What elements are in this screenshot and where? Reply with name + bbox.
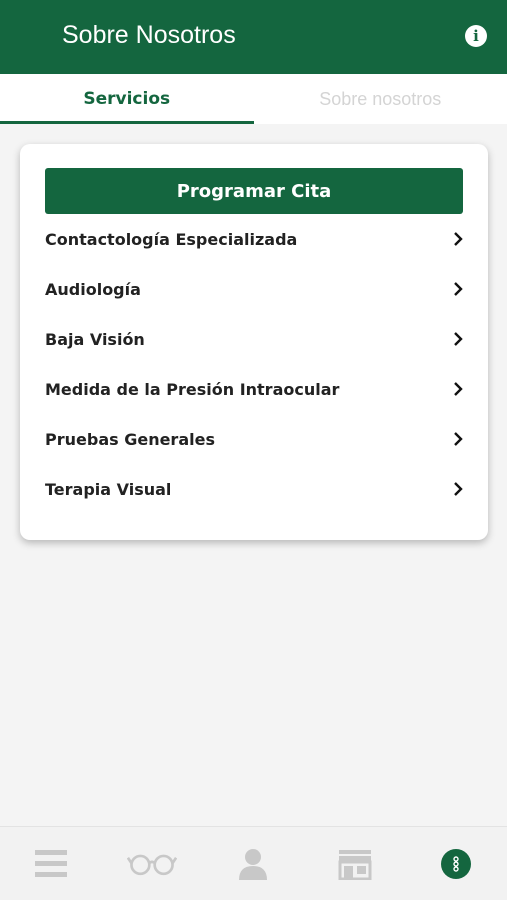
menu-icon	[34, 849, 67, 877]
service-label: Medida de la Presión Intraocular	[45, 379, 340, 399]
chevron-right-icon	[454, 232, 463, 246]
page-title: Sobre Nosotros	[62, 21, 236, 49]
store-icon	[338, 849, 372, 880]
chevron-right-icon	[454, 432, 463, 446]
service-list: Contactología Especializada Audiología B…	[45, 214, 465, 514]
nav-menu[interactable]	[26, 839, 76, 889]
chevron-right-icon	[454, 382, 463, 396]
chevron-right-icon	[454, 332, 463, 346]
nav-store[interactable]	[330, 839, 380, 889]
service-item-pruebas-generales[interactable]: Pruebas Generales	[45, 414, 465, 464]
tab-bar: Servicios Sobre nosotros	[0, 74, 507, 124]
service-item-terapia-visual[interactable]: Terapia Visual	[45, 464, 465, 514]
service-item-baja-vision[interactable]: Baja Visión	[45, 314, 465, 364]
tab-sobre-nosotros[interactable]: Sobre nosotros	[254, 74, 507, 124]
service-label: Baja Visión	[45, 329, 145, 349]
bottom-navigation	[0, 826, 507, 900]
nav-profile[interactable]	[228, 839, 278, 889]
app-bar: Sobre Nosotros i	[0, 0, 507, 74]
more-dots-icon	[441, 848, 472, 879]
info-icon[interactable]: i	[465, 25, 487, 47]
service-item-audiologia[interactable]: Audiología	[45, 264, 465, 314]
chevron-right-icon	[454, 282, 463, 296]
tab-servicios[interactable]: Servicios	[0, 74, 254, 124]
programar-cita-button[interactable]: Programar Cita	[45, 168, 463, 214]
service-label: Audiología	[45, 279, 141, 299]
service-label: Contactología Especializada	[45, 229, 298, 249]
service-label: Pruebas Generales	[45, 429, 215, 449]
nav-glasses[interactable]	[127, 839, 178, 889]
nav-more[interactable]	[431, 839, 481, 889]
user-icon	[239, 848, 268, 880]
service-item-presion-intraocular[interactable]: Medida de la Presión Intraocular	[45, 364, 465, 414]
service-item-contactologia[interactable]: Contactología Especializada	[45, 214, 465, 264]
services-card: Programar Cita Contactología Especializa…	[20, 144, 488, 540]
chevron-right-icon	[454, 482, 463, 496]
glasses-icon	[127, 854, 178, 875]
service-label: Terapia Visual	[45, 479, 172, 499]
